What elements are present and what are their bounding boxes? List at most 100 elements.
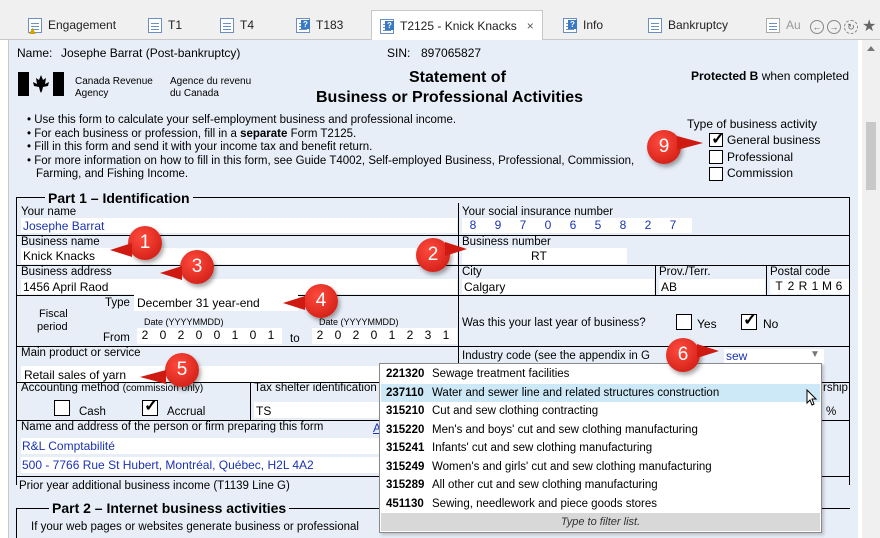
canada-flag-logo bbox=[18, 72, 64, 96]
industry-option-selected[interactable]: 237110 Water and sewer line and related s… bbox=[381, 383, 820, 402]
callout-9-pointer bbox=[677, 136, 703, 150]
cash-checkbox[interactable] bbox=[54, 400, 70, 416]
scroll-up-icon[interactable] bbox=[867, 46, 875, 51]
tax-shelter-label: Tax shelter identification bbox=[254, 382, 377, 394]
warning-icon: ▲ bbox=[27, 24, 38, 37]
industry-option[interactable]: 315249 Women's and girls' cut and sew clo… bbox=[381, 458, 820, 477]
question-document-icon: ? bbox=[296, 17, 310, 33]
accrual-checkbox[interactable] bbox=[142, 396, 158, 416]
prior-year-label: Prior year additional business income (T… bbox=[19, 480, 290, 492]
agency-en-2: Agency bbox=[75, 88, 109, 99]
cash-label: Cash bbox=[79, 406, 106, 418]
business-address-label: Business address bbox=[21, 266, 112, 278]
from-date-field[interactable]: 20200101 bbox=[137, 328, 282, 344]
callout-3: 3 bbox=[180, 250, 214, 284]
from-date-format: Date (YYYYMMDD) bbox=[144, 317, 224, 327]
industry-option[interactable]: 315210 Cut and sew clothing contracting bbox=[381, 402, 820, 421]
tab-t183[interactable]: ? T183 bbox=[296, 10, 343, 40]
scroll-thumb[interactable] bbox=[866, 122, 876, 190]
tab-bar: ▲ Engagement T1 T4 ? T183 ? T2125 - Knick K… bbox=[0, 0, 880, 41]
type-label: Type bbox=[105, 297, 130, 309]
fiscal-label: Fiscal bbox=[39, 308, 68, 320]
part2-title: Part 2 – Internet business activities bbox=[49, 500, 290, 516]
tax-shelter-field[interactable]: TS bbox=[254, 402, 384, 418]
callout-5-pointer bbox=[140, 370, 166, 384]
tab-engagement[interactable]: ▲ Engagement bbox=[27, 10, 116, 40]
preparer-address-field[interactable]: 500 - 7766 Rue St Hubert, Montréal, Québ… bbox=[21, 457, 381, 473]
industry-code-combobox[interactable]: sew ▼ bbox=[724, 349, 824, 364]
fiscal-type-field[interactable]: December 31 year-end bbox=[134, 294, 298, 311]
sin-field-label: Your social insurance number bbox=[462, 206, 614, 218]
commission-checkbox[interactable] bbox=[709, 167, 723, 181]
commission-label: Commission bbox=[727, 166, 794, 180]
your-name-field[interactable]: Josephe Barrat bbox=[21, 218, 457, 233]
vertical-scrollbar[interactable] bbox=[862, 40, 880, 538]
form-title-1: Statement of bbox=[409, 69, 506, 86]
callout-2-pointer bbox=[445, 242, 467, 256]
prov-field[interactable]: AB bbox=[659, 279, 765, 294]
last-year-no-checkbox[interactable] bbox=[741, 310, 757, 330]
your-name-label: Your name bbox=[21, 206, 77, 218]
document-icon bbox=[766, 17, 780, 33]
general-business-label: General business bbox=[727, 133, 821, 147]
period-label: period bbox=[37, 321, 68, 333]
preparer-name-field[interactable]: R&L Comptabilité bbox=[21, 438, 381, 454]
industry-option[interactable]: 315289 All other cut and sew clothing man… bbox=[381, 476, 820, 495]
document-icon bbox=[148, 17, 162, 33]
preparer-label: Name and address of the person or firm p… bbox=[21, 421, 324, 433]
close-tab-icon[interactable]: × bbox=[527, 19, 534, 33]
from-label: From bbox=[103, 332, 130, 344]
prov-label: Prov./Terr. bbox=[659, 266, 711, 278]
city-field[interactable]: Calgary bbox=[462, 279, 654, 294]
callout-3-pointer bbox=[160, 266, 182, 280]
business-number-field[interactable]: RT bbox=[462, 248, 627, 264]
back-icon[interactable]: ← bbox=[810, 20, 824, 34]
agency-fr-1: Agence du revenu bbox=[170, 76, 252, 87]
callout-4: 4 bbox=[304, 284, 338, 318]
question-document-icon: ? bbox=[563, 17, 577, 33]
business-number-label: Business number bbox=[462, 236, 551, 248]
postal-field[interactable]: T2R1M6 bbox=[770, 279, 849, 294]
to-date-field[interactable]: 20201231 bbox=[312, 328, 457, 344]
percent-label: % bbox=[826, 406, 837, 418]
business-address-field[interactable]: 1456 April Raod bbox=[21, 279, 457, 294]
callout-1-pointer bbox=[110, 243, 132, 257]
dropdown-arrow-icon[interactable]: ▼ bbox=[810, 349, 820, 360]
part1-title: Part 1 – Identification bbox=[45, 190, 193, 206]
professional-label: Professional bbox=[727, 150, 794, 164]
industry-option[interactable]: 221320 Sewage treatment facilities bbox=[381, 365, 820, 384]
star-icon[interactable]: ★ bbox=[862, 16, 876, 36]
tab-t2125[interactable]: ? T2125 - Knick Knacks × bbox=[371, 10, 543, 41]
form-title-2: Business or Professional Activities bbox=[316, 89, 584, 106]
yes-label: Yes bbox=[697, 317, 717, 331]
refresh-icon[interactable]: ↻ bbox=[844, 20, 858, 34]
agency-en-1: Canada Revenue bbox=[75, 76, 153, 87]
tab-bankruptcy[interactable]: Bankruptcy bbox=[648, 10, 728, 40]
industry-option[interactable]: 315220 Men's and boys' cut and sew clothi… bbox=[381, 421, 820, 440]
tab-au[interactable]: Au bbox=[766, 10, 801, 40]
callout-9: 9 bbox=[647, 130, 681, 164]
header-sin: 897065827 bbox=[421, 46, 482, 60]
professional-checkbox[interactable] bbox=[709, 150, 723, 164]
to-date-format: Date (YYYYMMDD) bbox=[319, 317, 399, 327]
accrual-label: Accrual bbox=[167, 406, 206, 418]
tab-t1[interactable]: T1 bbox=[148, 10, 182, 40]
callout-1: 1 bbox=[128, 226, 162, 260]
tab-info[interactable]: ? Info bbox=[563, 10, 603, 40]
industry-option[interactable]: 315241 Infants' cut and sew clothing manu… bbox=[381, 439, 820, 458]
general-business-checkbox[interactable] bbox=[709, 129, 725, 149]
tab-t4[interactable]: T4 bbox=[220, 10, 254, 40]
city-label: City bbox=[462, 266, 482, 278]
industry-option[interactable]: 451130 Sewing, needlework and piece goods… bbox=[381, 495, 820, 514]
document-icon: ▲ bbox=[27, 17, 42, 37]
last-year-yes-checkbox[interactable] bbox=[676, 314, 692, 330]
filter-hint: Type to filter list. bbox=[381, 513, 820, 531]
industry-code-label: Industry code (see the appendix in G bbox=[462, 350, 650, 362]
document-icon bbox=[220, 17, 234, 33]
forward-icon[interactable]: → bbox=[827, 20, 841, 34]
business-name-field[interactable]: Knick Knacks bbox=[21, 248, 457, 264]
postal-label: Postal code bbox=[770, 266, 831, 278]
callout-6-pointer bbox=[697, 344, 719, 358]
industry-code-dropdown[interactable]: 221320 Sewage treatment facilities 237110… bbox=[379, 363, 822, 533]
sin-field[interactable]: 897065827 bbox=[462, 218, 692, 233]
